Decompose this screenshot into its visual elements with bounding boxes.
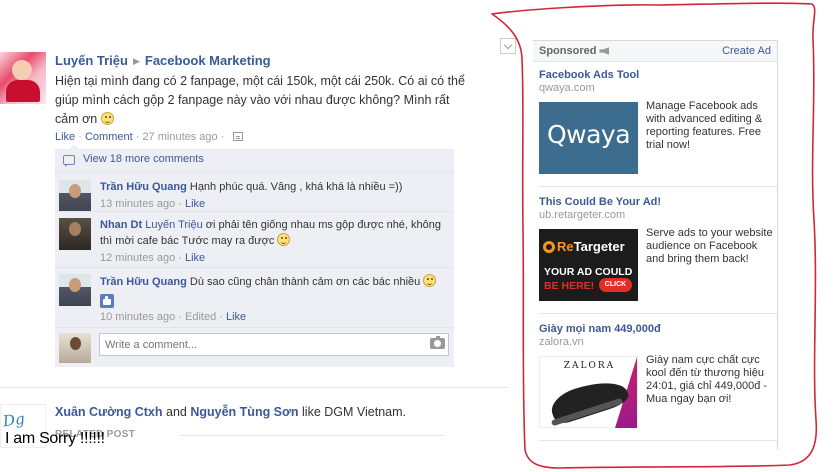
ad-domain: zalora.vn (539, 336, 584, 348)
commenter-avatar[interactable] (59, 180, 91, 212)
smile-emoji-icon (423, 274, 437, 287)
post-body: Hiện tại mình đang có 2 fanpage, một cái… (55, 72, 465, 129)
comment-edited-label[interactable]: Edited (185, 311, 216, 323)
ad-title[interactable]: This Could Be Your Ad! (539, 196, 775, 208)
post-header: Luyến Triệu ▶ Facebook Marketing (55, 53, 271, 68)
ad-image-line1: YOUR AD COULD (544, 266, 633, 278)
ad-divider (539, 313, 777, 314)
ad-divider (539, 440, 777, 441)
post-author-link[interactable]: Luyến Triệu (55, 53, 128, 68)
comment-timestamp[interactable]: 10 minutes ago (100, 311, 175, 323)
comment-text: Hạnh phúc quá. Vâng , khá khá là nhiều =… (189, 181, 403, 193)
post-timestamp[interactable]: 27 minutes ago (142, 131, 217, 143)
commenter-name[interactable]: Trần Hữu Quang (100, 181, 187, 193)
comment-timestamp[interactable]: 13 minutes ago (100, 198, 175, 210)
retargeter-logo: ReTargeter (543, 239, 625, 254)
story-and-text: and (166, 405, 187, 419)
chevron-down-icon[interactable] (500, 38, 516, 54)
comment-box-icon (233, 132, 244, 141)
comment-like-link[interactable]: Like (185, 198, 205, 210)
smile-emoji-icon (277, 233, 291, 246)
post-actions: Like · Comment · 27 minutes ago · (55, 131, 244, 143)
smile-emoji-icon (100, 112, 114, 125)
related-divider (180, 435, 444, 436)
comment-like-link[interactable]: Like (185, 252, 205, 264)
ad-image[interactable]: Qwaya (539, 102, 638, 174)
page-logo-mark: Dg (1, 409, 26, 431)
qwaya-logo-text: Qwaya (546, 120, 631, 149)
ad-body: Serve ads to your website audience on Fa… (646, 227, 773, 265)
sponsored-header: Sponsored Create Ad (533, 40, 777, 62)
ad-image-line2: BE HERE! (544, 280, 595, 292)
comment-text: Dù sao cũng chân thành cảm ơn các bác nh… (189, 276, 421, 288)
view-more-comments-link[interactable]: View 18 more comments (83, 153, 204, 165)
commenter-avatar[interactable] (59, 274, 91, 306)
comments-section: View 18 more comments Trần Hữu Quang Hạn… (55, 144, 454, 367)
megaphone-icon (599, 47, 610, 55)
ad-image[interactable]: ReTargeter YOUR AD COULD BE HERE! CLICK (539, 229, 638, 301)
ad-body: Manage Facebook ads with advanced editin… (646, 100, 763, 151)
post-comment-link[interactable]: Comment (85, 131, 133, 143)
story-divider (0, 387, 508, 388)
ad-click-badge: CLICK (599, 278, 632, 292)
ad-divider (539, 186, 777, 187)
sponsored-label: Sponsored (539, 45, 597, 57)
speech-bubble-icon (63, 155, 75, 167)
create-ad-link[interactable]: Create Ad (722, 45, 771, 57)
view-more-comments[interactable]: View 18 more comments (55, 149, 454, 172)
comment-item: Trần Hữu Quang Hạnh phúc quá. Vâng , khá… (55, 173, 454, 212)
ad-domain: qwaya.com (539, 82, 595, 94)
commenter-name[interactable]: Trần Hữu Quang (100, 276, 187, 288)
ad-body: Giày nam cực chất cực kool đến từ thương… (646, 354, 768, 405)
ad-domain: ub.retargeter.com (539, 209, 626, 221)
comment-item: Nhan Dt Luyến Triệu ơi phải tên giống nh… (55, 211, 454, 267)
ad-title[interactable]: Facebook Ads Tool (539, 69, 775, 81)
ad-item[interactable]: This Could Be Your Ad! ub.retargeter.com… (539, 196, 775, 304)
camera-icon[interactable] (430, 336, 445, 349)
ad-title[interactable]: Giày mọi nam 449,000đ (539, 323, 775, 335)
column-divider (777, 40, 778, 450)
post-text: Hiện tại mình đang có 2 fanpage, một cái… (55, 74, 465, 126)
story-actor2-link[interactable]: Nguyễn Tùng Sơn (190, 405, 298, 419)
ad-item[interactable]: Giày mọi nam 449,000đ zalora.vn ZALORA G… (539, 323, 775, 433)
post-target-link[interactable]: Facebook Marketing (145, 53, 271, 68)
thumbs-up-icon (100, 294, 114, 308)
comment-timestamp[interactable]: 12 minutes ago (100, 252, 175, 264)
story-headline: Xuân Cường Ctxh and Nguyễn Tùng Sơn like… (55, 405, 406, 419)
post-author-avatar[interactable] (0, 52, 46, 104)
post-like-link[interactable]: Like (55, 131, 75, 143)
ad-item[interactable]: Facebook Ads Tool qwaya.com Qwaya Manage… (539, 69, 775, 179)
comment-mention-link[interactable]: Luyến Triệu (145, 219, 202, 231)
current-user-avatar (59, 333, 91, 363)
write-comment-row (55, 327, 454, 367)
commenter-avatar[interactable] (59, 218, 91, 250)
comment-input[interactable] (99, 333, 449, 356)
story-verb-text: like (302, 405, 321, 419)
zalora-logo-text: ZALORA (563, 361, 616, 371)
comment-item: Trần Hữu Quang Dù sao cũng chân thành cả… (55, 267, 454, 327)
target-icon (543, 241, 555, 253)
comment-like-link[interactable]: Like (226, 311, 246, 323)
commenter-name[interactable]: Nhan Dt (100, 219, 142, 231)
play-arrow-icon: ▶ (132, 56, 140, 66)
ad-image[interactable]: ZALORA (539, 356, 638, 428)
story-page-text: DGM Vietnam. (324, 405, 407, 419)
story-actor1-link[interactable]: Xuân Cường Ctxh (55, 405, 163, 419)
overlay-caption: I am Sorry !!!!!! (5, 430, 105, 447)
